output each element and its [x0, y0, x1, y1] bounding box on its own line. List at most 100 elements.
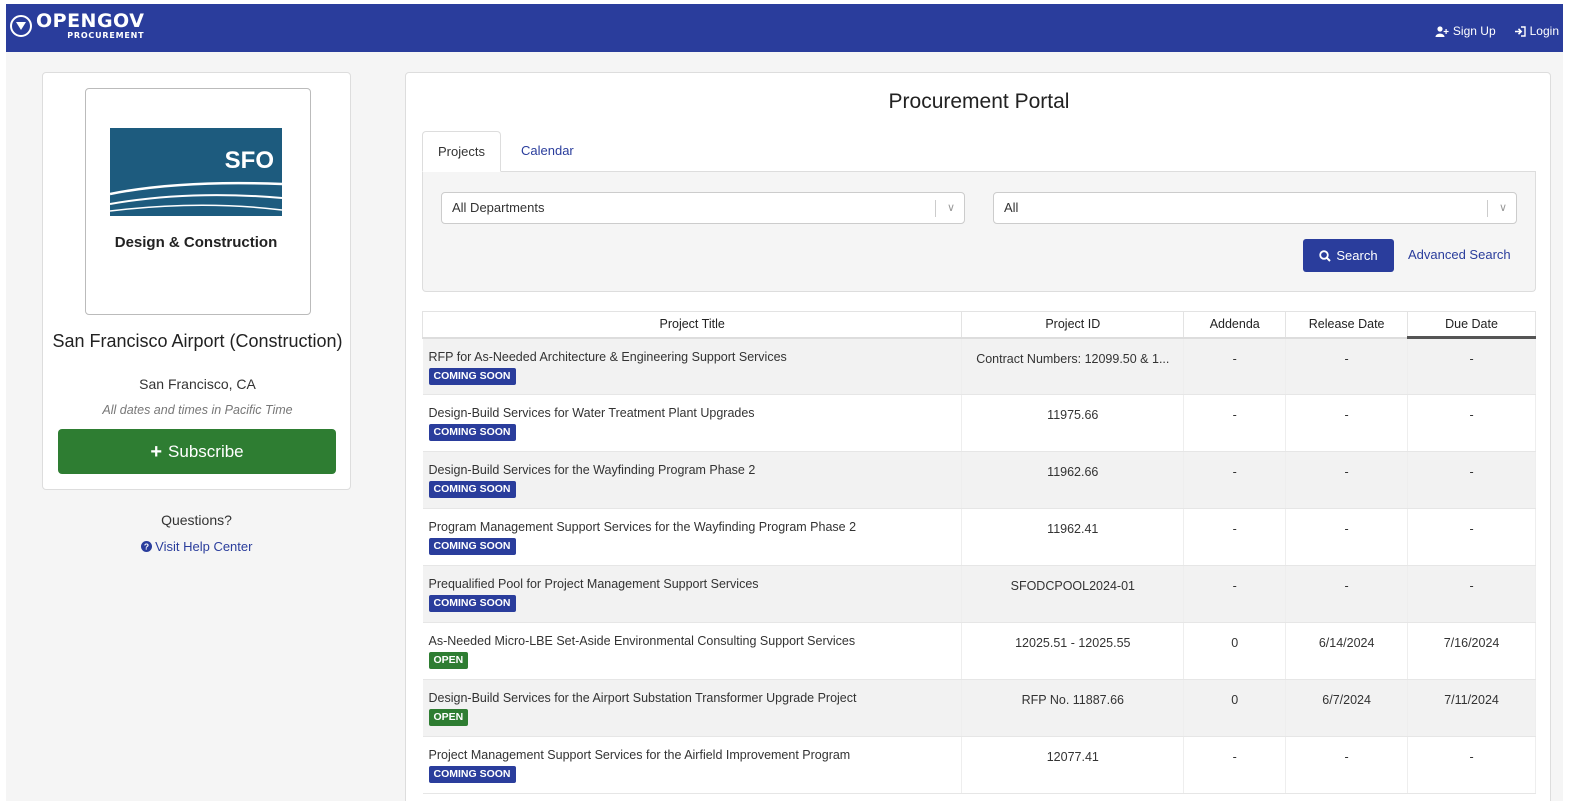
- project-id: Contract Numbers: 12099.50 & 1...: [976, 351, 1170, 366]
- project-title-cell[interactable]: Prequalified Pool for Project Management…: [422, 565, 963, 623]
- status-badge: COMING SOON: [428, 538, 516, 555]
- project-title-cell[interactable]: Design-Build Services for the Airport Su…: [422, 679, 963, 737]
- release-date-cell: -: [1285, 565, 1409, 623]
- table-row[interactable]: Program Management Support Services for …: [422, 508, 1536, 566]
- opengov-logo[interactable]: OPENGOV PROCUREMENT: [10, 12, 144, 40]
- project-title-link[interactable]: Design-Build Services for the Wayfinding…: [429, 463, 962, 477]
- project-id: 11962.41: [1047, 522, 1099, 536]
- column-header-release-date[interactable]: Release Date: [1285, 311, 1409, 339]
- column-header-project-id[interactable]: Project ID: [961, 311, 1185, 339]
- chevron-down-icon: ∨: [1498, 202, 1507, 214]
- project-title-cell[interactable]: Design-Build Services for the Wayfinding…: [422, 451, 963, 509]
- project-title-link[interactable]: Design-Build Services for the Airport Su…: [429, 691, 962, 705]
- column-header-due-date[interactable]: Due Date: [1407, 311, 1536, 339]
- login-link[interactable]: Login: [1514, 24, 1559, 38]
- table-row[interactable]: Design-Build Services for the Airport Su…: [422, 679, 1536, 737]
- project-id: 12025.51 - 12025.55: [1015, 636, 1131, 650]
- project-title-link[interactable]: Project Management Support Services for …: [429, 748, 962, 762]
- question-circle-icon: ?: [140, 541, 152, 552]
- addenda-cell: -: [1183, 508, 1287, 566]
- project-id: 11975.66: [1047, 408, 1099, 422]
- addenda-cell: -: [1183, 337, 1287, 395]
- status-select-value: All: [1004, 200, 1019, 215]
- column-header-project-title[interactable]: Project Title: [421, 311, 963, 339]
- addenda-cell: -: [1183, 565, 1287, 623]
- release-date-cell: -: [1285, 451, 1409, 509]
- due-date-cell: -: [1407, 337, 1536, 395]
- release-date-cell: 6/14/2024: [1285, 622, 1409, 680]
- sign-up-link[interactable]: Sign Up: [1435, 24, 1496, 38]
- project-title-cell[interactable]: Project Management Support Services for …: [422, 736, 963, 794]
- release-date-cell: -: [1285, 394, 1409, 452]
- due-date-cell: -: [1407, 736, 1536, 794]
- questions-heading: Questions?: [161, 512, 232, 528]
- search-button[interactable]: Search: [1303, 239, 1394, 272]
- addenda-cell: 0: [1183, 622, 1287, 680]
- table-row[interactable]: Project Management Support Services for …: [422, 736, 1536, 794]
- project-id-cell: 12025.51 - 12025.55: [961, 622, 1185, 680]
- sfo-design-construction-logo: SFO Design & Construction: [110, 128, 283, 250]
- project-id: SFODCPOOL2024-01: [1010, 579, 1135, 593]
- table-row[interactable]: As-Needed Micro-LBE Set-Aside Environmen…: [422, 622, 1536, 680]
- table-row[interactable]: Design-Build Services for the Wayfinding…: [422, 451, 1536, 509]
- sfo-logo-box: SFO Design & Construction: [85, 88, 311, 315]
- addenda-cell: -: [1183, 736, 1287, 794]
- organization-card: SFO Design & Construction San Francisco …: [42, 72, 351, 490]
- table-row[interactable]: Prequalified Pool for Project Management…: [422, 565, 1536, 623]
- timezone-note: All dates and times in Pacific Time: [102, 403, 293, 417]
- chevron-down-icon: ∨: [946, 202, 955, 214]
- logo-sub-text: PROCUREMENT: [67, 31, 145, 40]
- department-select[interactable]: All Departments ∨: [441, 192, 965, 224]
- project-title-cell[interactable]: RFP for As-Needed Architecture & Enginee…: [422, 337, 963, 395]
- due-date-cell: -: [1407, 508, 1536, 566]
- status-select[interactable]: All ∨: [993, 192, 1517, 224]
- table-row[interactable]: RFP for As-Needed Architecture & Enginee…: [422, 337, 1536, 395]
- procurement-portal-panel: Procurement Portal Projects Calendar All…: [405, 72, 1551, 801]
- sign-up-label: Sign Up: [1452, 24, 1496, 38]
- addenda-cell: -: [1183, 394, 1287, 452]
- plus-icon: +: [150, 440, 163, 463]
- project-title-cell[interactable]: Design-Build Services for Water Treatmen…: [422, 394, 963, 452]
- user-plus-icon: [1435, 25, 1449, 37]
- column-header-addenda[interactable]: Addenda: [1183, 311, 1287, 339]
- project-id-cell: Contract Numbers: 12099.50 & 1...: [961, 337, 1185, 395]
- search-button-label: Search: [1336, 248, 1378, 263]
- release-date-cell: 6/7/2024: [1285, 679, 1409, 737]
- addenda-cell: 0: [1183, 679, 1287, 737]
- project-title-link[interactable]: RFP for As-Needed Architecture & Enginee…: [429, 350, 962, 364]
- svg-text:SFO: SFO: [225, 147, 274, 174]
- status-badge: OPEN: [428, 709, 469, 726]
- tab-calendar[interactable]: Calendar: [506, 131, 589, 172]
- project-id: 11962.66: [1047, 465, 1099, 479]
- organization-location: San Francisco, CA: [139, 376, 256, 392]
- addenda-cell: -: [1183, 451, 1287, 509]
- due-date-cell: -: [1407, 394, 1536, 452]
- project-id: 12077.41: [1046, 750, 1099, 764]
- login-label: Login: [1529, 24, 1559, 38]
- top-navbar: OPENGOV PROCUREMENT Sign Up Login: [0, 0, 1583, 52]
- project-title-link[interactable]: Program Management Support Services for …: [429, 520, 962, 534]
- help-center-label: Visit Help Center: [155, 539, 253, 554]
- project-title-cell[interactable]: Program Management Support Services for …: [422, 508, 963, 566]
- tab-projects[interactable]: Projects: [422, 131, 501, 172]
- opengov-logo-icon: [10, 15, 32, 37]
- organization-name: San Francisco Airport (Construction): [52, 331, 343, 351]
- subscribe-button[interactable]: + Subscribe: [58, 429, 336, 474]
- release-date-cell: -: [1285, 508, 1409, 566]
- help-center-link[interactable]: ? Visit Help Center: [42, 539, 351, 554]
- release-date-cell: -: [1285, 736, 1409, 794]
- svg-text:Design & Construction: Design & Construction: [115, 234, 278, 250]
- project-title-link[interactable]: Prequalified Pool for Project Management…: [429, 577, 962, 591]
- due-date-cell: 7/11/2024: [1407, 679, 1536, 737]
- due-date-cell: -: [1407, 565, 1536, 623]
- status-badge: COMING SOON: [428, 481, 516, 498]
- project-title-cell[interactable]: As-Needed Micro-LBE Set-Aside Environmen…: [422, 622, 963, 680]
- release-date-cell: -: [1285, 337, 1409, 395]
- table-row[interactable]: Design-Build Services for Water Treatmen…: [422, 394, 1536, 452]
- project-id-cell: 11962.41: [961, 508, 1185, 566]
- project-title-link[interactable]: As-Needed Micro-LBE Set-Aside Environmen…: [429, 634, 962, 648]
- advanced-search-link[interactable]: Advanced Search: [1408, 247, 1511, 262]
- project-title-link[interactable]: Design-Build Services for Water Treatmen…: [429, 406, 962, 420]
- logo-main-text: OPENGOV: [36, 10, 145, 32]
- filter-panel: All Departments ∨ All ∨ Search Advanced …: [422, 172, 1536, 292]
